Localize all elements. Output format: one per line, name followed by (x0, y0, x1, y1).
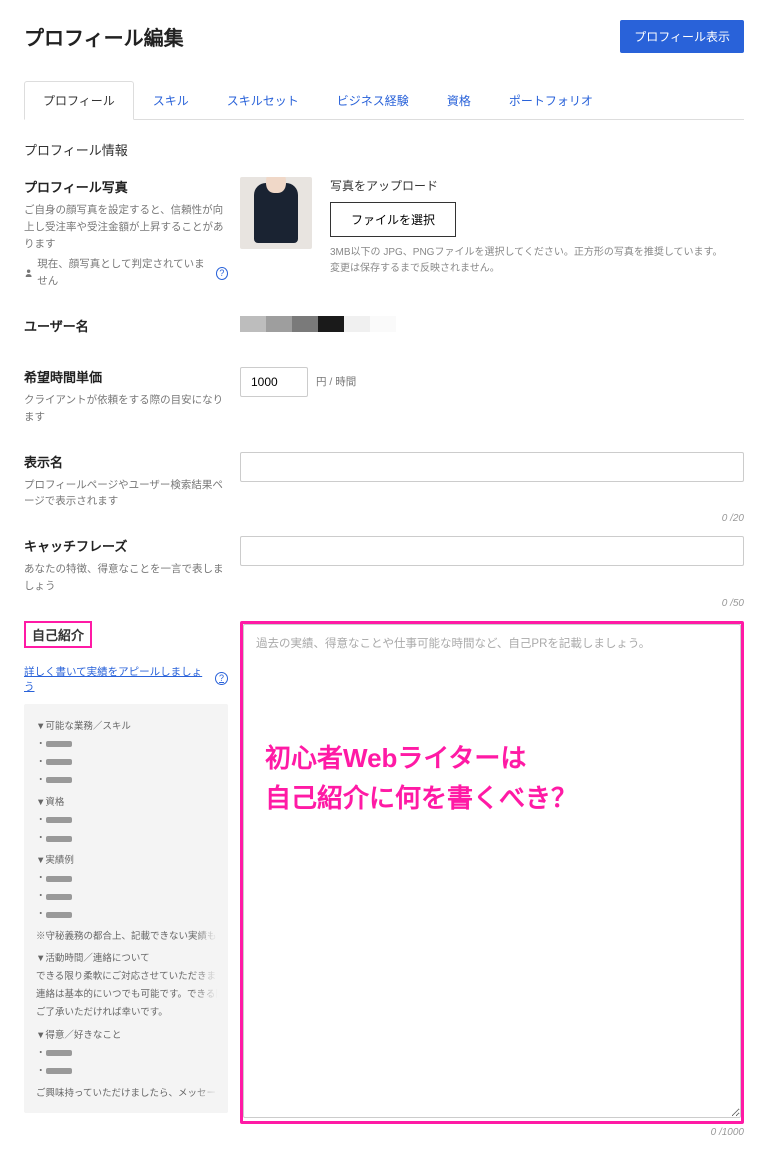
intro-counter: 0 /1000 (711, 1127, 744, 1138)
tab-portfolio[interactable]: ポートフォリオ (490, 81, 612, 120)
photo-hint-2: 変更は保存するまで反映されません。 (330, 263, 500, 274)
rate-unit: 円 / 時間 (316, 374, 356, 389)
tab-qualifications[interactable]: 資格 (428, 81, 490, 120)
page-title: プロフィール編集 (24, 22, 184, 51)
intro-textarea-highlight: 初心者Webライターは 自己紹介に何を書くべき？ (240, 621, 744, 1124)
header: プロフィール編集 プロフィール表示 (24, 20, 744, 53)
tagline-counter: 0 /50 (722, 598, 744, 609)
tagline-label: キャッチフレーズ (24, 536, 228, 555)
photo-label: プロフィール写真 (24, 177, 228, 196)
displayname-desc: プロフィールページやユーザー検索結果ページで表示されます (24, 477, 228, 511)
username-label: ユーザー名 (24, 316, 228, 335)
photo-meta: 現在、顔写真として判定されていません (37, 256, 212, 290)
intro-label: 自己紹介 (24, 621, 92, 648)
tab-profile[interactable]: プロフィール (24, 81, 134, 120)
select-file-button[interactable]: ファイルを選択 (330, 202, 456, 237)
displayname-input[interactable] (240, 452, 744, 482)
intro-help-text: 詳しく書いて実績をアピールしましょう (24, 664, 211, 694)
upload-title: 写真をアップロード (330, 177, 744, 194)
intro-textarea[interactable] (243, 624, 741, 1118)
photo-hint: 3MB以下の JPG、PNGファイルを選択してください。正方形の写真を推奨してい… (330, 245, 744, 277)
intro-help-link[interactable]: 詳しく書いて実績をアピールしましょう ? (24, 664, 228, 694)
tab-business[interactable]: ビジネス経験 (318, 81, 428, 120)
tagline-input[interactable] (240, 536, 744, 566)
avatar (240, 177, 312, 249)
photo-desc: ご自身の顔写真を設定すると、信頼性が向上し受注率や受注金額が上昇することがありま… (24, 202, 228, 290)
displayname-counter: 0 /20 (722, 513, 744, 524)
view-profile-button[interactable]: プロフィール表示 (620, 20, 744, 53)
tab-skill[interactable]: スキル (134, 81, 208, 120)
help-icon: ? (215, 672, 228, 685)
rate-label: 希望時間単価 (24, 367, 228, 386)
rate-input[interactable] (240, 367, 308, 397)
help-icon[interactable]: ? (216, 267, 228, 280)
username-redacted (240, 316, 744, 332)
tagline-desc: あなたの特徴、得意なことを一言で表しましょう (24, 561, 228, 595)
rate-desc: クライアントが依頼をする際の目安になります (24, 392, 228, 426)
displayname-label: 表示名 (24, 452, 228, 471)
section-title: プロフィール情報 (24, 140, 744, 159)
tabs: プロフィール スキル スキルセット ビジネス経験 資格 ポートフォリオ (24, 81, 744, 120)
person-icon (24, 268, 33, 278)
intro-example: ▼可能な業務／スキル ・ ・ ・ ▼資格 ・ ・ ▼実績例 ・ ・ ・ ※守秘義… (24, 704, 228, 1113)
photo-hint-1: 3MB以下の JPG、PNGファイルを選択してください。正方形の写真を推奨してい… (330, 247, 723, 258)
photo-desc-text: ご自身の顔写真を設定すると、信頼性が向上し受注率や受注金額が上昇することがありま… (24, 204, 224, 250)
tab-skillset[interactable]: スキルセット (208, 81, 318, 120)
